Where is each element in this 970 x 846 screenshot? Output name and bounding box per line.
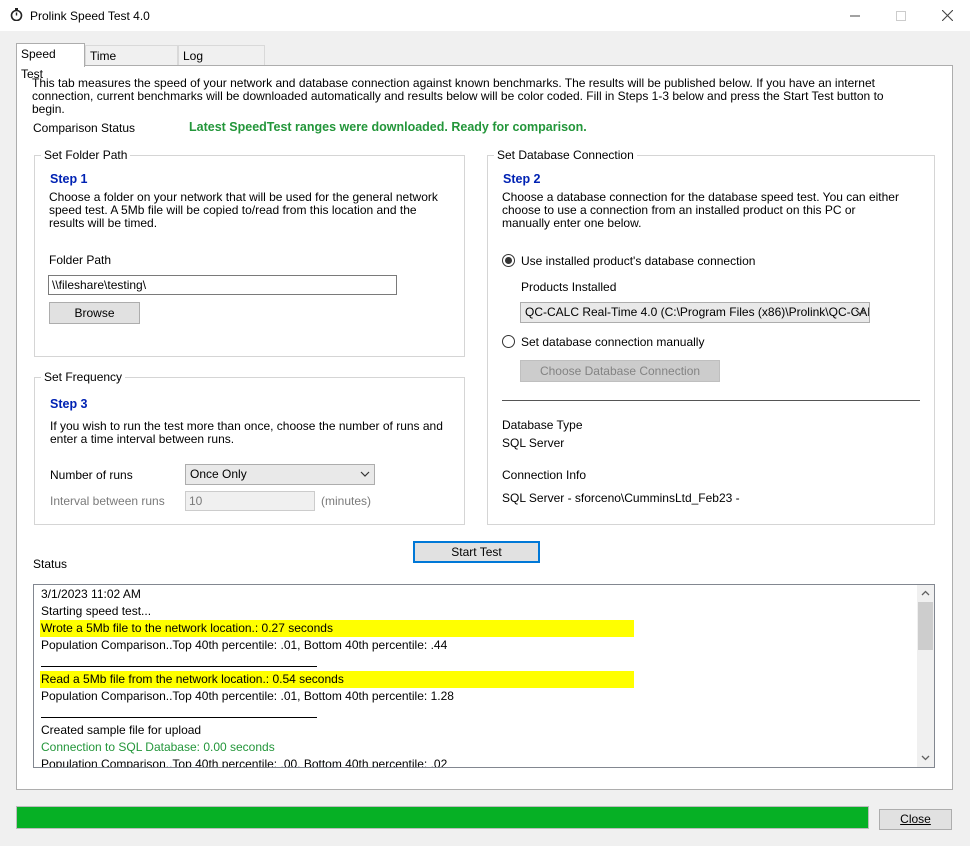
database-connection-group: Set Database Connection Step 2 Choose a … [487,148,935,525]
maximize-button [878,0,924,31]
database-type-value: SQL Server [502,436,565,450]
group-title: Set Frequency [41,370,126,384]
stopwatch-icon [10,8,23,21]
step-heading: Step 1 [50,172,88,186]
frequency-group: Set Frequency Step 3 If you wish to run … [34,370,465,525]
test-progress-bar [16,806,869,829]
connection-info-value: SQL Server - sforceno\CumminsLtd_Feb23 - [502,491,740,505]
interval-label: Interval between runs [50,494,165,508]
log-separator [41,666,317,667]
chevron-down-icon [855,309,865,315]
status-log[interactable]: 3/1/2023 11:02 AM Starting speed test...… [33,584,935,768]
close-button[interactable]: Close [879,809,952,830]
step-description: If you wish to run the test more than on… [50,419,443,446]
log-line: Population Comparison..Top 40th percenti… [41,638,448,652]
step-heading: Step 2 [503,172,541,186]
tab-speed-test[interactable]: Speed Test [16,43,85,81]
folder-path-group: Set Folder Path Step 1 Choose a folder o… [34,148,465,357]
folder-path-input[interactable]: \\fileshare\testing\ [48,275,397,295]
browse-button[interactable]: Browse [49,302,140,324]
folder-path-label: Folder Path [49,253,112,267]
log-scrollbar[interactable] [917,585,934,767]
log-line-highlighted: Read a 5Mb file from the network locatio… [40,671,634,688]
log-line-highlighted: Wrote a 5Mb file to the network location… [40,620,634,637]
scrollbar-thumb[interactable] [918,602,933,650]
group-title: Set Folder Path [41,148,131,162]
minimize-icon [850,15,860,16]
speed-test-page: This tab measures the speed of your netw… [16,65,953,790]
step-heading: Step 3 [50,397,88,411]
log-line: Starting speed test... [41,604,152,618]
chevron-down-icon [360,471,370,477]
log-line: Created sample file for upload [41,723,202,737]
log-line: Population Comparison..Top 40th percenti… [41,757,448,768]
runs-dropdown[interactable]: Once Only [185,464,375,485]
choose-database-connection-button[interactable]: Choose Database Connection [520,360,720,382]
connection-info-label: Connection Info [502,468,587,482]
group-title: Set Database Connection [494,148,637,162]
status-label: Status [33,557,68,571]
close-window-button[interactable] [924,0,970,31]
scroll-up-icon[interactable] [921,589,930,598]
comparison-status-label: Comparison Status [33,121,136,135]
comparison-status-value: Latest SpeedTest ranges were downloaded.… [189,120,587,134]
tab-time-comparison[interactable]: Time Comparison [85,45,178,83]
window-title: Prolink Speed Test 4.0 [30,9,150,23]
log-line-success: Connection to SQL Database: 0.00 seconds [41,740,275,754]
title-bar: Prolink Speed Test 4.0 [0,0,970,31]
installed-product-radio[interactable] [502,254,515,267]
step-description: Choose a database connection for the dat… [502,190,899,230]
intro-text: This tab measures the speed of your netw… [32,76,884,116]
step-description: Choose a folder on your network that wil… [49,190,438,230]
scroll-down-icon[interactable] [921,753,930,762]
divider [502,400,920,401]
log-line: Population Comparison..Top 40th percenti… [41,689,454,703]
products-installed-label: Products Installed [521,280,617,294]
log-line: 3/1/2023 11:02 AM [41,587,141,601]
close-icon [941,10,953,21]
database-type-label: Database Type [502,418,583,432]
start-test-button[interactable]: Start Test [413,541,540,563]
manual-connection-label: Set database connection manually [521,335,705,349]
tab-log-comparison[interactable]: Log Comparison [178,45,265,83]
interval-unit: (minutes) [321,494,372,508]
runs-label: Number of runs [50,468,133,482]
manual-connection-radio[interactable] [502,335,515,348]
maximize-icon [896,10,906,21]
installed-product-label: Use installed product's database connect… [521,254,756,268]
products-dropdown[interactable]: QC-CALC Real-Time 4.0 (C:\Program Files … [520,302,870,323]
minimize-button[interactable] [832,0,878,31]
interval-input[interactable]: 10 [185,491,315,511]
log-separator [41,717,317,718]
progress-fill [17,807,868,828]
